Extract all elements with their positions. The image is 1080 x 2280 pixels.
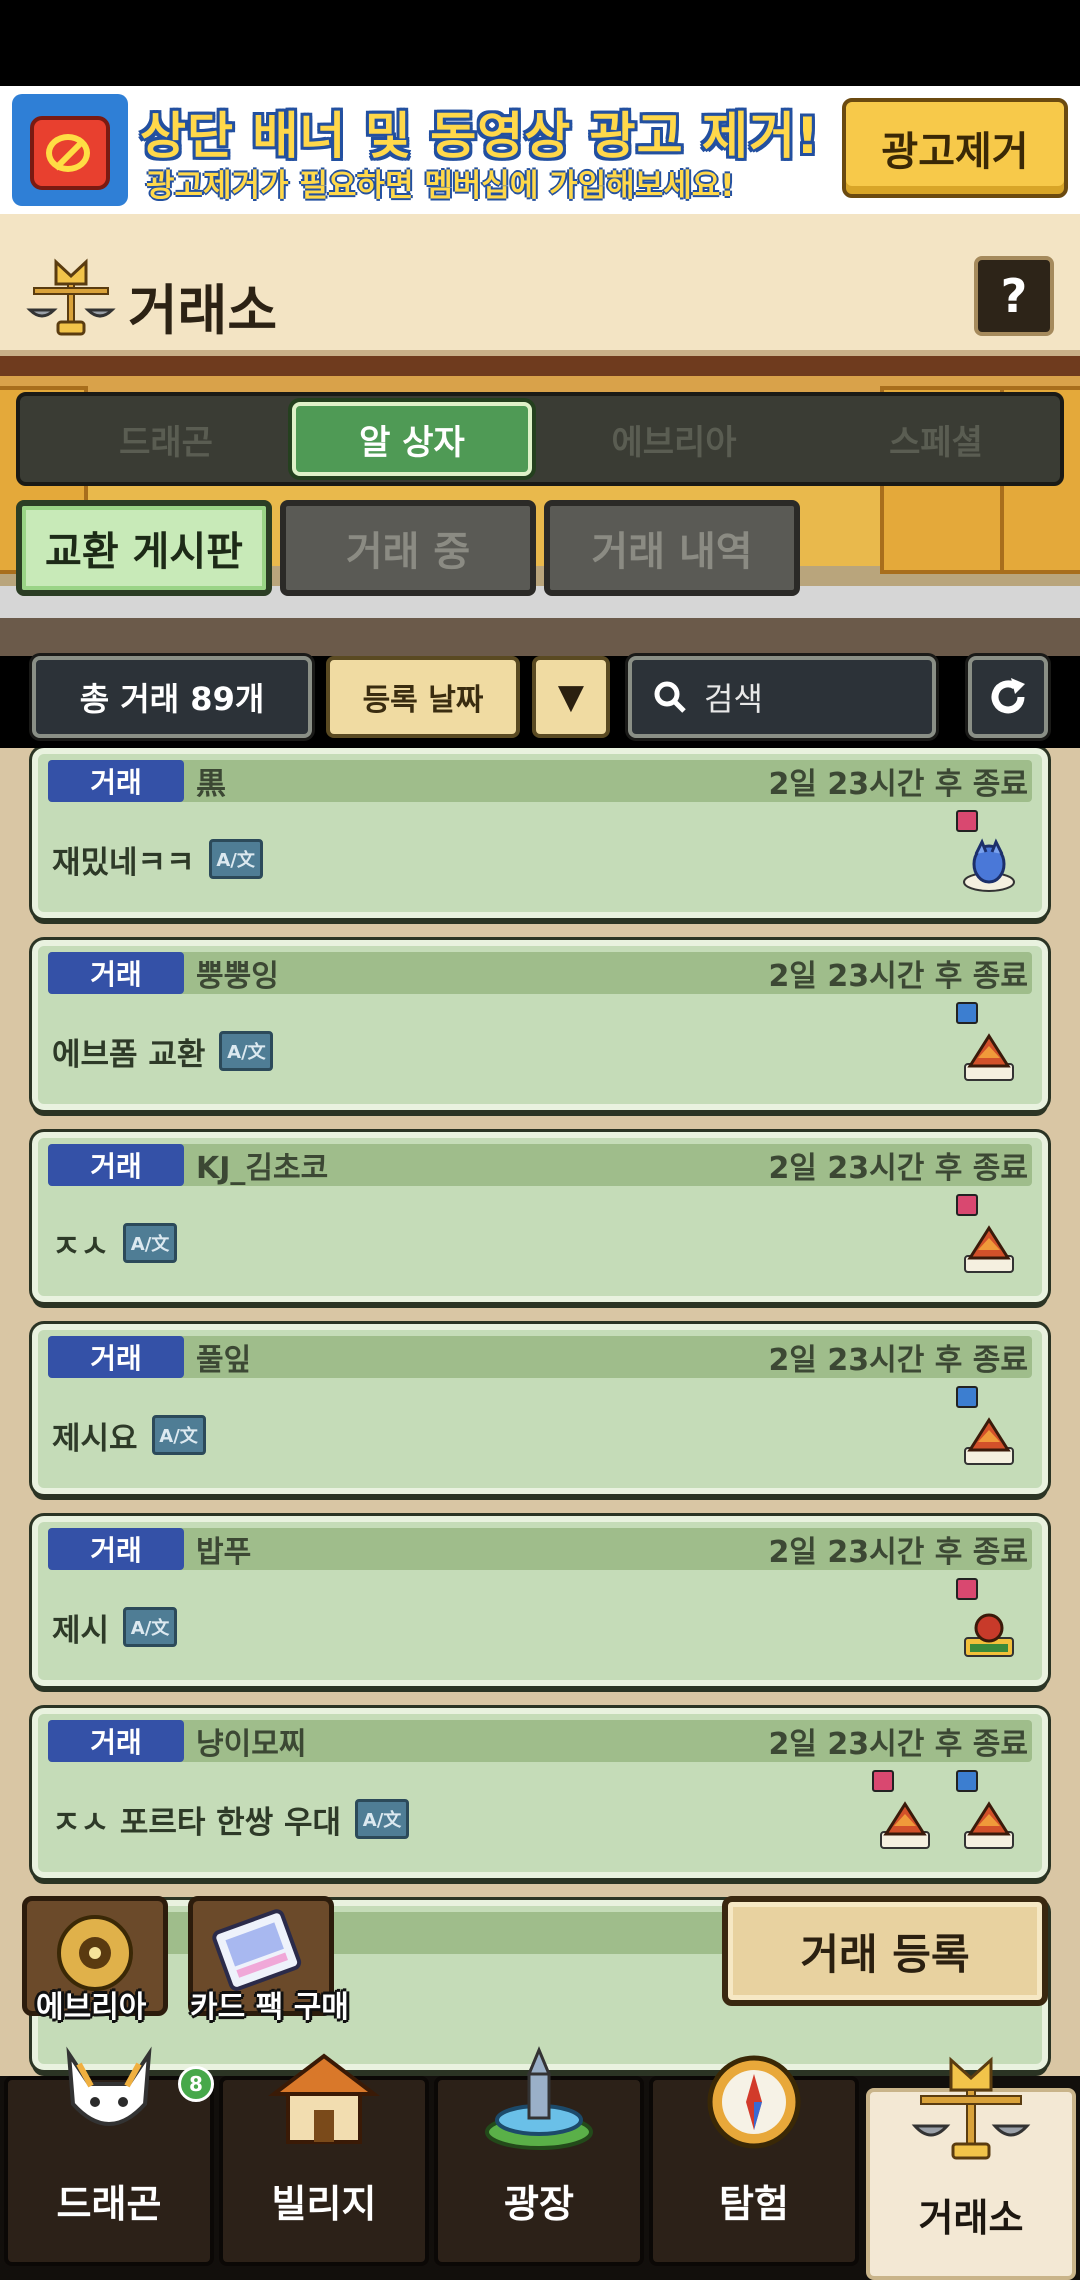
nav-label: 빌리지 [271, 2182, 377, 2226]
egg-box-icon [956, 1194, 1020, 1280]
nav-explore[interactable]: 탐험 [649, 2055, 859, 2266]
trade-list[interactable]: 거래 黒 2일 23시간 후 종료 재밌네ㅋㅋ A/文 거래 뿡뿡잉 2일 23시… [0, 748, 1080, 2078]
tab-egg-box[interactable]: 알 상자 [292, 402, 532, 476]
trade-card[interactable]: 거래 냥이모찌 2일 23시간 후 종료 ㅈㅅ 포르타 한쌍 우대 A/文 [32, 1708, 1048, 1878]
egg-box-icon [956, 1002, 1020, 1088]
no-ads-icon [12, 94, 128, 206]
time-remaining: 2일 23시간 후 종료 [768, 1343, 1028, 1378]
trade-badge: 거래 [48, 1336, 184, 1378]
translate-icon[interactable]: A/文 [123, 1223, 178, 1263]
translate-icon[interactable]: A/文 [355, 1799, 410, 1839]
female-icon [956, 1578, 978, 1600]
trade-card[interactable]: 거래 풀잎 2일 23시간 후 종료 제시요 A/文 [32, 1324, 1048, 1494]
tab-special[interactable]: 스페셜 [816, 402, 1056, 476]
tab-trade-history[interactable]: 거래 내역 [544, 500, 800, 596]
scale-icon [911, 2056, 1031, 2160]
translate-icon[interactable]: A/文 [219, 1031, 274, 1071]
trade-badge: 거래 [48, 1528, 184, 1570]
nav-dragon[interactable]: 8 드래곤 [4, 2046, 214, 2266]
egg-box-icon [956, 1770, 1020, 1856]
dragon-icon [66, 2046, 152, 2126]
help-button[interactable]: ? [974, 256, 1054, 336]
trade-card[interactable]: 거래 黒 2일 23시간 후 종료 재밌네ㅋㅋ A/文 [32, 748, 1048, 918]
everia-label: 에브리아 [36, 1990, 147, 2025]
translate-icon[interactable]: A/文 [123, 1607, 178, 1647]
trade-message: 재밌네ㅋㅋ [52, 844, 195, 881]
total-trades-label: 총 거래 89개 [32, 656, 312, 738]
trade-badge: 거래 [48, 952, 184, 994]
trade-badge: 거래 [48, 1144, 184, 1186]
search-placeholder: 검색 [704, 680, 763, 718]
refresh-icon [991, 678, 1025, 714]
trade-message: 제시요 [52, 1420, 138, 1457]
translate-icon[interactable]: A/文 [151, 1415, 206, 1455]
egg-box-icon [872, 1770, 936, 1856]
trade-message: 제시 [52, 1612, 110, 1649]
time-remaining: 2일 23시간 후 종료 [768, 1727, 1028, 1762]
female-icon [956, 1194, 978, 1216]
time-remaining: 2일 23시간 후 종료 [768, 767, 1028, 802]
scale-icon [26, 258, 116, 336]
tab-everia[interactable]: 에브리아 [554, 402, 794, 476]
trade-card[interactable]: 거래 뿡뿡잉 2일 23시간 후 종료 에브폼 교환 A/文 [32, 940, 1048, 1110]
time-remaining: 2일 23시간 후 종료 [768, 1151, 1028, 1186]
egg-box-icon [956, 1386, 1020, 1472]
remove-ads-button[interactable]: 광고제거 [842, 98, 1068, 198]
ad-title: 상단 배너 및 동영상 광고 제거! [140, 107, 820, 165]
seller-name: KJ_김초코 [196, 1151, 329, 1186]
search-icon [654, 681, 686, 713]
seller-name: 풀잎 [196, 1343, 252, 1378]
sort-order-button[interactable]: ▼ [532, 656, 610, 738]
tab-trading[interactable]: 거래 중 [280, 500, 536, 596]
nav-label: 거래소 [918, 2196, 1024, 2240]
category-tabs: 드래곤 알 상자 에브리아 스페셜 [16, 392, 1064, 486]
trade-card[interactable]: 거래 밥푸 2일 23시간 후 종료 제시 A/文 [32, 1516, 1048, 1686]
tab-exchange-board[interactable]: 교환 게시판 [16, 500, 272, 596]
notification-badge: 8 [178, 2066, 214, 2102]
trade-card[interactable]: 거래 KJ_김초코 2일 23시간 후 종료 ㅈㅅ A/文 [32, 1132, 1048, 1302]
sort-select[interactable]: 등록 날짜 [326, 656, 520, 738]
time-remaining: 2일 23시간 후 종료 [768, 1535, 1028, 1570]
male-icon [956, 1002, 978, 1024]
seller-name: 냥이모찌 [196, 1727, 307, 1762]
fountain-icon [485, 2046, 593, 2150]
search-input[interactable]: 검색 [628, 656, 936, 738]
trade-message: 에브폼 교환 [52, 1036, 206, 1073]
female-icon [872, 1770, 894, 1792]
ad-banner[interactable]: 상단 배너 및 동영상 광고 제거! 광고제거가 필요하면 멤버십에 가입해보세… [0, 86, 1080, 214]
nav-label: 광장 [504, 2182, 574, 2226]
tab-dragon[interactable]: 드래곤 [46, 402, 286, 476]
trade-message: ㅈㅅ [52, 1228, 110, 1265]
register-trade-button[interactable]: 거래 등록 [722, 1896, 1048, 2006]
nav-plaza[interactable]: 광장 [434, 2046, 644, 2266]
egg-box-icon [956, 1578, 1020, 1664]
village-icon [268, 2053, 380, 2144]
egg-box-icon [956, 810, 1020, 896]
male-icon [956, 1770, 978, 1792]
male-icon [956, 1386, 978, 1408]
time-remaining: 2일 23시간 후 종료 [768, 959, 1028, 994]
seller-name: 뿡뿡잉 [196, 959, 279, 994]
bottom-nav: 8 드래곤 빌리지 광장 탐험 거래소 [0, 2046, 1080, 2280]
page-title: 거래소 [128, 279, 278, 342]
status-bar [0, 0, 1080, 86]
trade-message: ㅈㅅ 포르타 한쌍 우대 [52, 1804, 342, 1841]
refresh-button[interactable] [968, 656, 1048, 738]
nav-label: 탐험 [719, 2182, 789, 2226]
translate-icon[interactable]: A/文 [208, 839, 263, 879]
seller-name: 黒 [196, 767, 226, 802]
compass-icon [707, 2055, 801, 2149]
card-pack-label: 카드 팩 구매 [190, 1990, 349, 2025]
nav-label: 드래곤 [56, 2182, 162, 2226]
nav-exchange[interactable]: 거래소 [866, 2056, 1076, 2280]
ad-subtitle: 광고제거가 필요하면 멤버십에 가입해보세요! [146, 168, 735, 204]
seller-name: 밥푸 [196, 1535, 252, 1570]
page-header: 거래소 ? [0, 214, 1080, 356]
trade-badge: 거래 [48, 760, 184, 802]
female-icon [956, 810, 978, 832]
trade-badge: 거래 [48, 1720, 184, 1762]
nav-village[interactable]: 빌리지 [219, 2053, 429, 2266]
